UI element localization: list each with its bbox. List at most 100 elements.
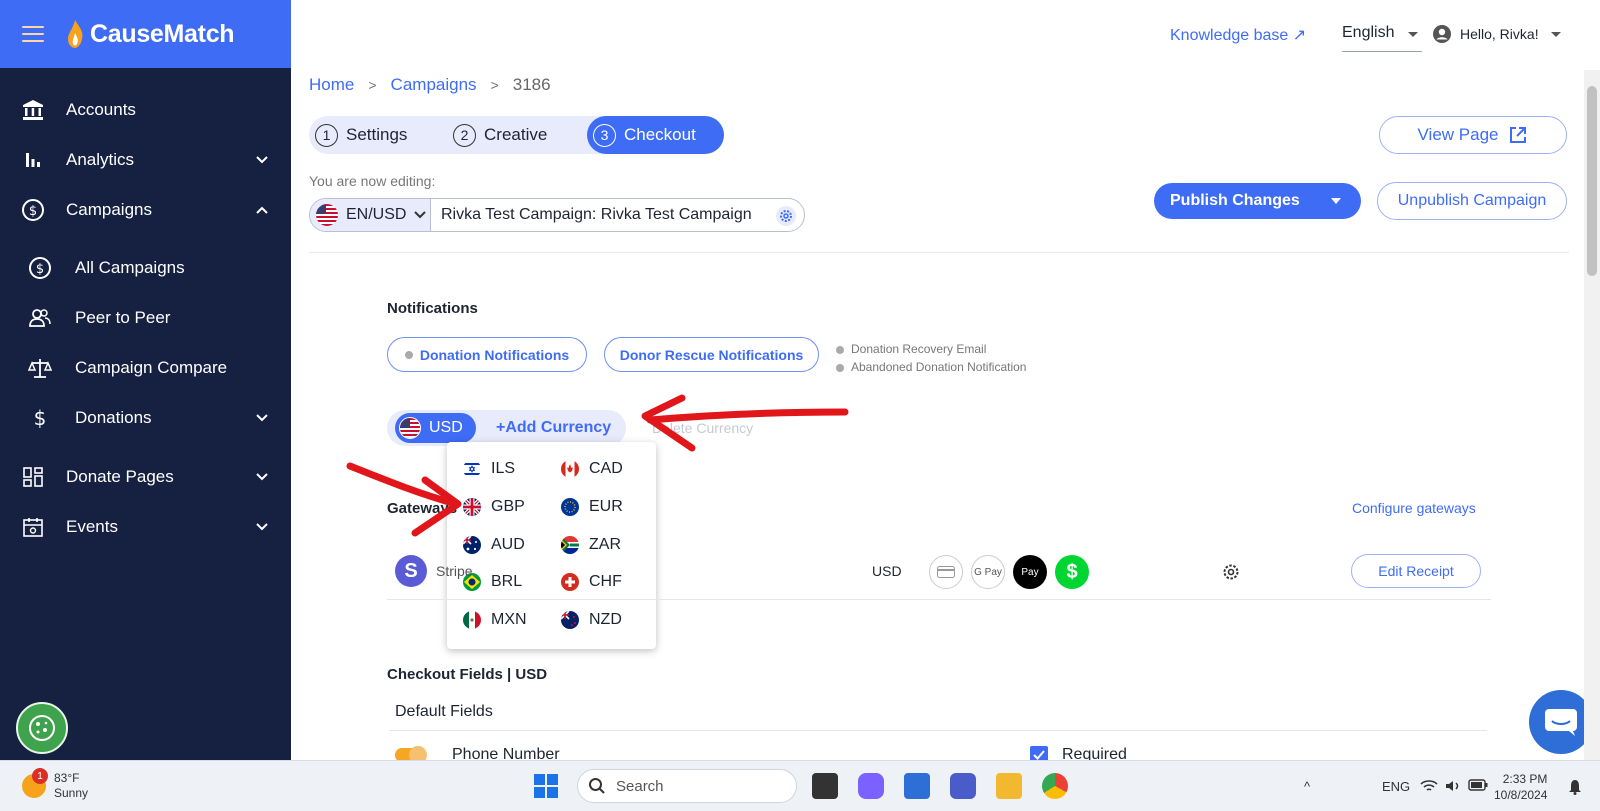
- add-currency-button[interactable]: +Add Currency: [496, 419, 611, 437]
- eu-flag-icon: [561, 498, 579, 516]
- file-explorer-icon[interactable]: [996, 773, 1022, 799]
- sidebar-item-label: Peer to Peer: [75, 308, 171, 327]
- dollar-icon: $: [27, 405, 53, 431]
- edit-receipt-button[interactable]: Edit Receipt: [1351, 554, 1481, 588]
- notification-list: Donation Recovery Email Abandoned Donati…: [836, 340, 1026, 376]
- gateway-name: Stripe: [436, 563, 473, 579]
- currency-option-eur[interactable]: EUR: [561, 498, 623, 516]
- edit-receipt-label: Edit Receipt: [1378, 563, 1454, 579]
- store-icon[interactable]: [904, 773, 930, 799]
- donor-rescue-notifications-button[interactable]: Donor Rescue Notifications: [604, 337, 819, 372]
- app-icon[interactable]: [950, 773, 976, 799]
- currency-code: MXN: [491, 611, 527, 628]
- unpublish-label: Unpublish Campaign: [1397, 192, 1547, 209]
- currency-option-chf[interactable]: CHF: [561, 573, 622, 591]
- cookie-settings-button[interactable]: [16, 702, 68, 754]
- currency-option-nzd[interactable]: NZD: [561, 611, 622, 629]
- currency-tab-usd[interactable]: USD: [395, 413, 476, 443]
- uk-flag-icon: [463, 498, 481, 516]
- account-circle-icon: [1433, 25, 1451, 43]
- gateway-currency: USD: [872, 563, 902, 579]
- publish-label: Publish Changes: [1170, 192, 1300, 209]
- input-language[interactable]: ENG: [1382, 779, 1410, 794]
- gear-icon[interactable]: [776, 206, 796, 226]
- tab-settings[interactable]: 1 Settings: [315, 116, 407, 154]
- editing-context: EN/USD Rivka Test Campaign: Rivka Test C…: [309, 198, 805, 232]
- publish-changes-button[interactable]: Publish Changes: [1154, 183, 1361, 219]
- donation-notifications-button[interactable]: Donation Notifications: [387, 337, 587, 372]
- step-number: 1: [315, 123, 338, 147]
- tab-checkout[interactable]: 3 Checkout: [587, 116, 724, 154]
- battery-icon[interactable]: [1468, 779, 1488, 794]
- view-page-button[interactable]: View Page: [1379, 116, 1567, 154]
- currency-option-zar[interactable]: ZAR: [561, 536, 621, 554]
- chrome-icon[interactable]: [1042, 773, 1068, 799]
- taskbar-search[interactable]: Search: [577, 769, 797, 803]
- sidebar-item-label: Campaign Compare: [75, 358, 228, 377]
- step-tabs: 1 Settings 2 Creative 3 Checkout: [309, 116, 724, 154]
- delete-currency-button[interactable]: Delete Currency: [652, 420, 753, 436]
- currency-option-cad[interactable]: CAD: [561, 460, 623, 478]
- bell-icon[interactable]: [1568, 779, 1582, 798]
- task-view-icon[interactable]: [812, 773, 838, 799]
- scale-icon: [27, 355, 53, 381]
- scrollbar[interactable]: [1584, 70, 1600, 760]
- scrollbar-thumb[interactable]: [1587, 86, 1597, 276]
- currency-option-ils[interactable]: ILS: [463, 460, 515, 478]
- sidebar-item-label: Campaigns: [66, 200, 152, 219]
- currency-code: NZD: [589, 611, 622, 628]
- currency-option-aud[interactable]: AUD: [463, 536, 525, 554]
- gear-icon[interactable]: [1222, 563, 1240, 581]
- unpublish-campaign-button[interactable]: Unpublish Campaign: [1377, 182, 1567, 220]
- time: 2:33 PM: [1502, 772, 1548, 786]
- currency-option-mxn[interactable]: MXN: [463, 611, 527, 629]
- currency-code: AUD: [491, 536, 525, 553]
- weather-widget[interactable]: 1 83°F Sunny: [22, 768, 88, 801]
- tab-creative[interactable]: 2 Creative: [453, 116, 547, 154]
- user-menu[interactable]: Hello, Rivka!: [1432, 24, 1561, 44]
- volume-icon[interactable]: [1444, 779, 1462, 796]
- date: 10/8/2024: [1494, 788, 1548, 802]
- svg-text:$: $: [34, 406, 47, 430]
- sidebar-item-donate-pages[interactable]: Donate Pages: [0, 455, 291, 499]
- campaign-name: Rivka Test Campaign: Rivka Test Campaign: [441, 206, 752, 223]
- sidebar-item-peer-to-peer[interactable]: Peer to Peer: [0, 296, 291, 340]
- chevron-up-icon[interactable]: ^: [1304, 779, 1310, 794]
- divider: [309, 252, 1569, 253]
- step-label: Settings: [346, 125, 408, 144]
- sidebar-item-analytics[interactable]: Analytics: [0, 138, 291, 182]
- sidebar-item-donations[interactable]: $ Donations: [0, 396, 291, 440]
- language-select[interactable]: English: [1342, 24, 1422, 52]
- wifi-icon[interactable]: [1420, 779, 1438, 796]
- sidebar-item-label: Donations: [75, 408, 152, 427]
- gateways-title: Gateways: [387, 500, 458, 517]
- breadcrumb-campaigns[interactable]: Campaigns: [391, 75, 477, 95]
- clock[interactable]: 2:33 PM 10/8/2024: [1494, 771, 1547, 803]
- copilot-icon[interactable]: [858, 773, 884, 799]
- menu-icon[interactable]: [22, 26, 44, 42]
- locale-select[interactable]: EN/USD: [310, 199, 431, 231]
- us-flag-icon: [316, 204, 338, 226]
- causematch-logo[interactable]: CauseMatch: [66, 20, 235, 49]
- us-flag-icon: [399, 417, 421, 439]
- svg-text:$: $: [36, 262, 44, 277]
- sidebar-item-campaign-compare[interactable]: Campaign Compare: [0, 346, 291, 390]
- breadcrumb-home[interactable]: Home: [309, 75, 354, 95]
- sidebar: CauseMatch Accounts Analytics $ Campaign…: [0, 0, 291, 760]
- caret-down-icon[interactable]: [1331, 198, 1341, 204]
- sidebar-item-events[interactable]: Events: [0, 505, 291, 549]
- sidebar-item-campaigns[interactable]: $ Campaigns: [0, 188, 291, 232]
- notification-item-label: Abandoned Donation Notification: [851, 360, 1027, 374]
- caret-down-icon: [1550, 31, 1561, 37]
- cash-app-icon: $: [1055, 555, 1089, 589]
- logo-bar: CauseMatch: [0, 0, 291, 68]
- currency-option-gbp[interactable]: GBP: [463, 498, 525, 516]
- configure-gateways-link[interactable]: Configure gateways: [1352, 500, 1476, 516]
- taskbar: 1 83°F Sunny Search ^ ENG 2:33 PM 10/8/2…: [0, 760, 1600, 811]
- knowledge-base-link[interactable]: Knowledge base ↗: [1170, 25, 1306, 45]
- sidebar-item-all-campaigns[interactable]: $ All Campaigns: [0, 246, 291, 290]
- sidebar-item-accounts[interactable]: Accounts: [0, 88, 291, 132]
- windows-start-icon[interactable]: [533, 773, 559, 799]
- chevron-right-icon: >: [368, 77, 377, 93]
- currency-code: GBP: [491, 498, 525, 515]
